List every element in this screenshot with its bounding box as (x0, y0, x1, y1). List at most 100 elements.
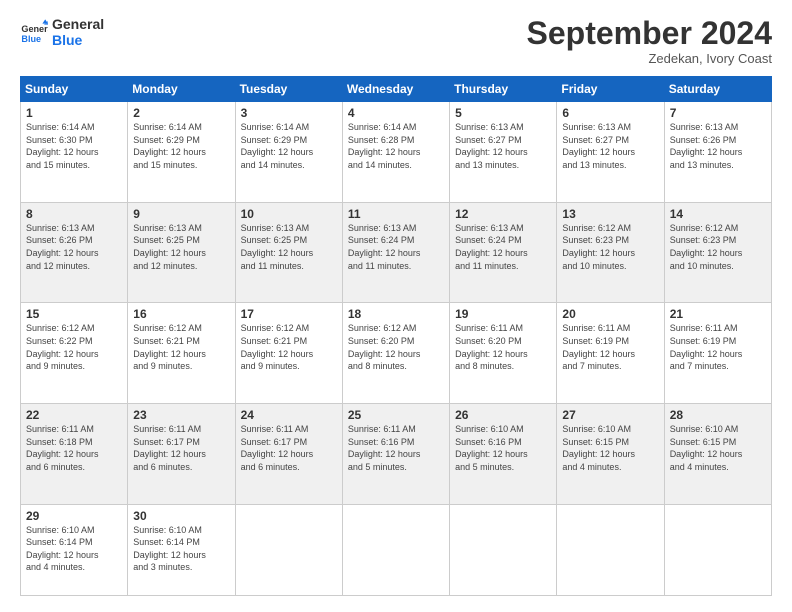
day-number: 6 (562, 106, 658, 120)
day-number: 14 (670, 207, 766, 221)
day-number: 3 (241, 106, 337, 120)
table-row: 26 Sunrise: 6:10 AM Sunset: 6:16 PM Dayl… (450, 404, 557, 505)
table-row: 4 Sunrise: 6:14 AM Sunset: 6:28 PM Dayli… (342, 102, 449, 203)
svg-text:Blue: Blue (21, 34, 41, 44)
day-info: Sunrise: 6:11 AM Sunset: 6:20 PM Dayligh… (455, 322, 551, 372)
calendar-week-row: 22 Sunrise: 6:11 AM Sunset: 6:18 PM Dayl… (21, 404, 772, 505)
day-number: 1 (26, 106, 122, 120)
table-row (235, 504, 342, 595)
day-info: Sunrise: 6:14 AM Sunset: 6:30 PM Dayligh… (26, 121, 122, 171)
day-number: 15 (26, 307, 122, 321)
day-info: Sunrise: 6:14 AM Sunset: 6:29 PM Dayligh… (133, 121, 229, 171)
table-row: 1 Sunrise: 6:14 AM Sunset: 6:30 PM Dayli… (21, 102, 128, 203)
day-number: 23 (133, 408, 229, 422)
day-info: Sunrise: 6:12 AM Sunset: 6:20 PM Dayligh… (348, 322, 444, 372)
col-monday: Monday (128, 77, 235, 102)
calendar-table: Sunday Monday Tuesday Wednesday Thursday… (20, 76, 772, 596)
table-row: 8 Sunrise: 6:13 AM Sunset: 6:26 PM Dayli… (21, 202, 128, 303)
col-saturday: Saturday (664, 77, 771, 102)
calendar-week-row: 8 Sunrise: 6:13 AM Sunset: 6:26 PM Dayli… (21, 202, 772, 303)
logo-line2: Blue (52, 32, 104, 48)
location-subtitle: Zedekan, Ivory Coast (527, 51, 772, 66)
day-number: 13 (562, 207, 658, 221)
day-info: Sunrise: 6:11 AM Sunset: 6:18 PM Dayligh… (26, 423, 122, 473)
table-row (450, 504, 557, 595)
calendar-week-row: 29 Sunrise: 6:10 AM Sunset: 6:14 PM Dayl… (21, 504, 772, 595)
month-title: September 2024 (527, 16, 772, 51)
table-row: 21 Sunrise: 6:11 AM Sunset: 6:19 PM Dayl… (664, 303, 771, 404)
page-header: General Blue General Blue September 2024… (20, 16, 772, 66)
table-row: 22 Sunrise: 6:11 AM Sunset: 6:18 PM Dayl… (21, 404, 128, 505)
table-row: 6 Sunrise: 6:13 AM Sunset: 6:27 PM Dayli… (557, 102, 664, 203)
day-number: 5 (455, 106, 551, 120)
day-info: Sunrise: 6:13 AM Sunset: 6:27 PM Dayligh… (455, 121, 551, 171)
day-number: 19 (455, 307, 551, 321)
day-info: Sunrise: 6:13 AM Sunset: 6:26 PM Dayligh… (26, 222, 122, 272)
table-row: 17 Sunrise: 6:12 AM Sunset: 6:21 PM Dayl… (235, 303, 342, 404)
table-row: 30 Sunrise: 6:10 AM Sunset: 6:14 PM Dayl… (128, 504, 235, 595)
table-row: 12 Sunrise: 6:13 AM Sunset: 6:24 PM Dayl… (450, 202, 557, 303)
day-info: Sunrise: 6:12 AM Sunset: 6:22 PM Dayligh… (26, 322, 122, 372)
col-tuesday: Tuesday (235, 77, 342, 102)
day-number: 21 (670, 307, 766, 321)
table-row: 20 Sunrise: 6:11 AM Sunset: 6:19 PM Dayl… (557, 303, 664, 404)
day-number: 11 (348, 207, 444, 221)
col-sunday: Sunday (21, 77, 128, 102)
day-info: Sunrise: 6:12 AM Sunset: 6:21 PM Dayligh… (133, 322, 229, 372)
logo: General Blue General Blue (20, 16, 104, 48)
day-number: 29 (26, 509, 122, 523)
col-friday: Friday (557, 77, 664, 102)
svg-text:General: General (21, 24, 48, 34)
table-row (664, 504, 771, 595)
table-row: 19 Sunrise: 6:11 AM Sunset: 6:20 PM Dayl… (450, 303, 557, 404)
day-number: 2 (133, 106, 229, 120)
table-row: 29 Sunrise: 6:10 AM Sunset: 6:14 PM Dayl… (21, 504, 128, 595)
table-row: 9 Sunrise: 6:13 AM Sunset: 6:25 PM Dayli… (128, 202, 235, 303)
day-info: Sunrise: 6:10 AM Sunset: 6:14 PM Dayligh… (26, 524, 122, 574)
day-info: Sunrise: 6:13 AM Sunset: 6:27 PM Dayligh… (562, 121, 658, 171)
day-info: Sunrise: 6:11 AM Sunset: 6:19 PM Dayligh… (670, 322, 766, 372)
day-number: 17 (241, 307, 337, 321)
day-info: Sunrise: 6:12 AM Sunset: 6:23 PM Dayligh… (670, 222, 766, 272)
calendar-header-row: Sunday Monday Tuesday Wednesday Thursday… (21, 77, 772, 102)
day-number: 7 (670, 106, 766, 120)
day-info: Sunrise: 6:14 AM Sunset: 6:28 PM Dayligh… (348, 121, 444, 171)
day-number: 27 (562, 408, 658, 422)
table-row (342, 504, 449, 595)
day-number: 26 (455, 408, 551, 422)
table-row: 27 Sunrise: 6:10 AM Sunset: 6:15 PM Dayl… (557, 404, 664, 505)
day-info: Sunrise: 6:13 AM Sunset: 6:24 PM Dayligh… (455, 222, 551, 272)
day-number: 4 (348, 106, 444, 120)
day-number: 20 (562, 307, 658, 321)
table-row: 18 Sunrise: 6:12 AM Sunset: 6:20 PM Dayl… (342, 303, 449, 404)
table-row: 7 Sunrise: 6:13 AM Sunset: 6:26 PM Dayli… (664, 102, 771, 203)
day-number: 10 (241, 207, 337, 221)
table-row: 5 Sunrise: 6:13 AM Sunset: 6:27 PM Dayli… (450, 102, 557, 203)
table-row: 10 Sunrise: 6:13 AM Sunset: 6:25 PM Dayl… (235, 202, 342, 303)
table-row: 15 Sunrise: 6:12 AM Sunset: 6:22 PM Dayl… (21, 303, 128, 404)
day-info: Sunrise: 6:13 AM Sunset: 6:26 PM Dayligh… (670, 121, 766, 171)
table-row: 23 Sunrise: 6:11 AM Sunset: 6:17 PM Dayl… (128, 404, 235, 505)
table-row: 13 Sunrise: 6:12 AM Sunset: 6:23 PM Dayl… (557, 202, 664, 303)
day-number: 24 (241, 408, 337, 422)
day-number: 18 (348, 307, 444, 321)
table-row: 3 Sunrise: 6:14 AM Sunset: 6:29 PM Dayli… (235, 102, 342, 203)
day-info: Sunrise: 6:11 AM Sunset: 6:16 PM Dayligh… (348, 423, 444, 473)
day-info: Sunrise: 6:10 AM Sunset: 6:15 PM Dayligh… (562, 423, 658, 473)
day-info: Sunrise: 6:11 AM Sunset: 6:17 PM Dayligh… (241, 423, 337, 473)
day-info: Sunrise: 6:13 AM Sunset: 6:25 PM Dayligh… (241, 222, 337, 272)
title-block: September 2024 Zedekan, Ivory Coast (527, 16, 772, 66)
calendar-week-row: 15 Sunrise: 6:12 AM Sunset: 6:22 PM Dayl… (21, 303, 772, 404)
day-info: Sunrise: 6:10 AM Sunset: 6:16 PM Dayligh… (455, 423, 551, 473)
calendar-week-row: 1 Sunrise: 6:14 AM Sunset: 6:30 PM Dayli… (21, 102, 772, 203)
day-number: 16 (133, 307, 229, 321)
table-row: 24 Sunrise: 6:11 AM Sunset: 6:17 PM Dayl… (235, 404, 342, 505)
day-number: 22 (26, 408, 122, 422)
table-row (557, 504, 664, 595)
day-info: Sunrise: 6:11 AM Sunset: 6:19 PM Dayligh… (562, 322, 658, 372)
table-row: 2 Sunrise: 6:14 AM Sunset: 6:29 PM Dayli… (128, 102, 235, 203)
logo-icon: General Blue (20, 18, 48, 46)
table-row: 16 Sunrise: 6:12 AM Sunset: 6:21 PM Dayl… (128, 303, 235, 404)
table-row: 25 Sunrise: 6:11 AM Sunset: 6:16 PM Dayl… (342, 404, 449, 505)
day-number: 9 (133, 207, 229, 221)
